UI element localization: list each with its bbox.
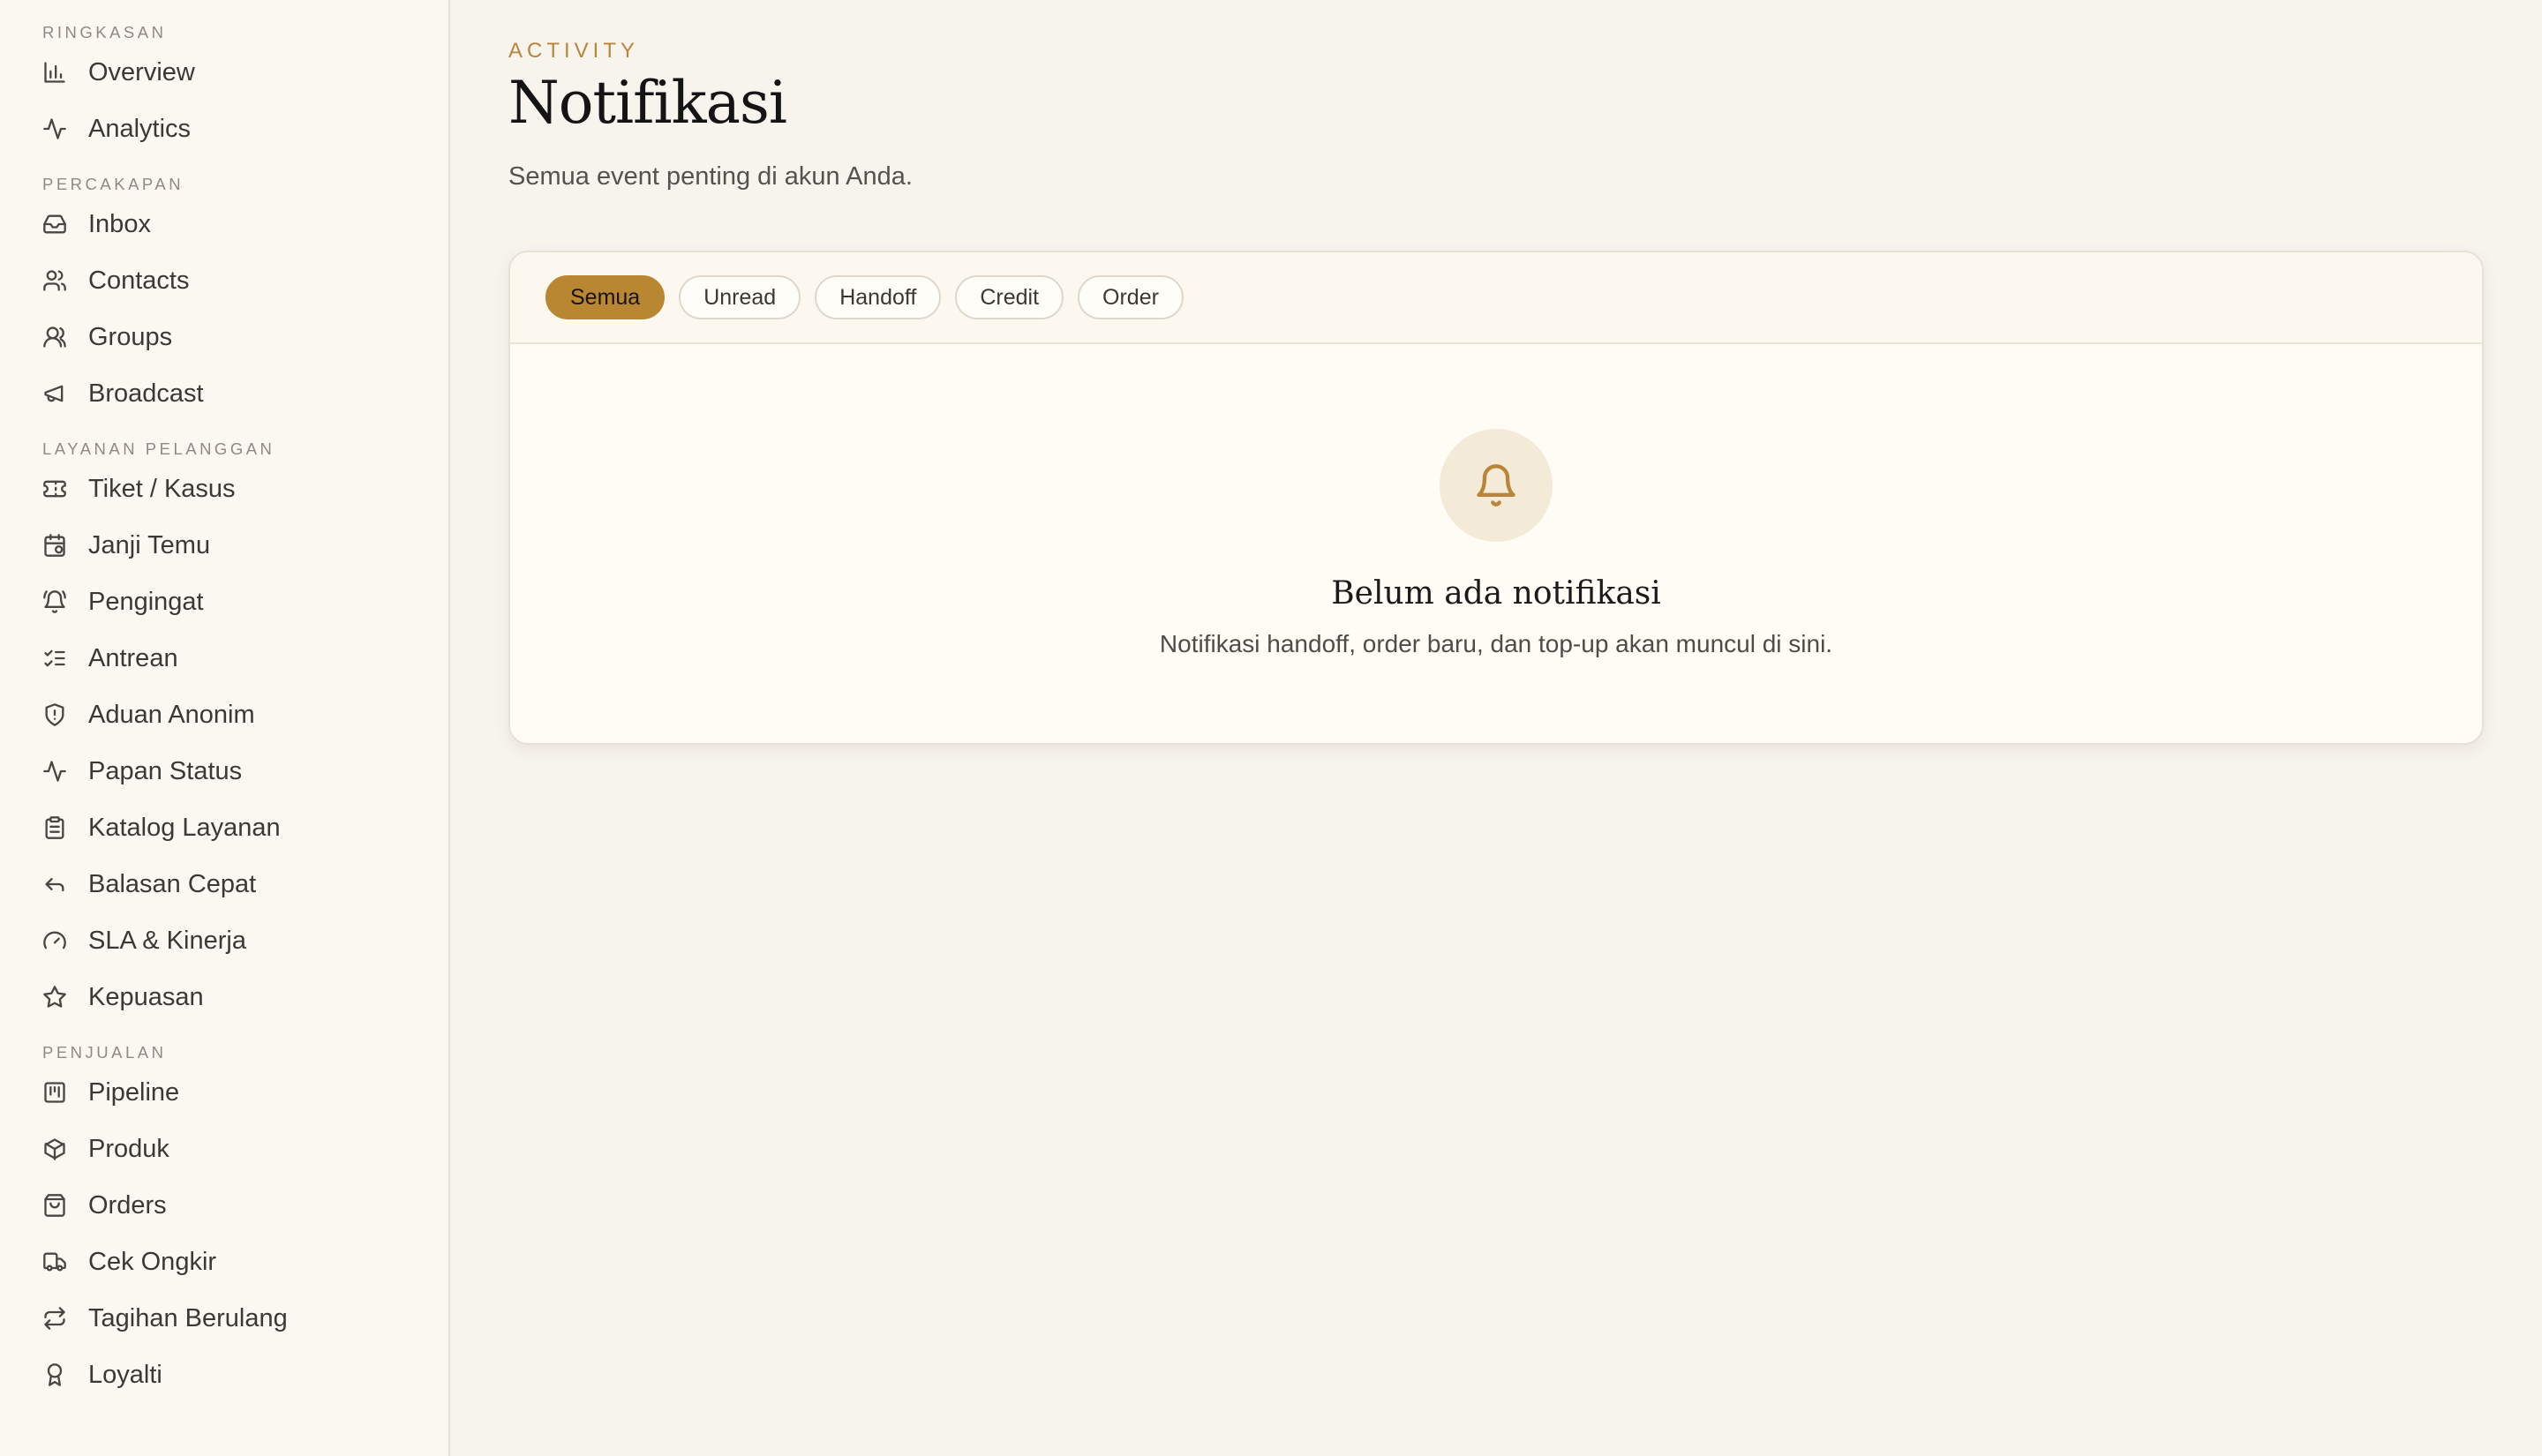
sidebar-item-label: Janji Temu [88,530,211,559]
sidebar-item-aduan-anonim[interactable]: Aduan Anonim [42,687,448,743]
ticket-icon [42,477,67,501]
sidebar-item-broadcast[interactable]: Broadcast [42,365,448,422]
package-icon [42,1137,67,1161]
shield-icon [42,702,67,727]
sidebar-item-label: SLA & Kinerja [88,926,246,955]
reply-icon [42,872,67,897]
activity-icon [42,116,67,141]
users-icon [42,268,67,293]
tab-semua[interactable]: Semua [545,275,666,319]
sidebar-item-tagihan-berulang[interactable]: Tagihan Berulang [42,1290,448,1347]
sidebar-item-antrean[interactable]: Antrean [42,630,448,687]
sidebar-item-label: Kepuasan [88,982,204,1011]
sidebar-section-label: PERCAKAPAN [42,175,184,193]
empty-state-title: Belum ada notifikasi [1331,575,1661,612]
sidebar-item-label: Overview [88,57,195,86]
sidebar-item-label: Katalog Layanan [88,813,281,842]
activity-icon [42,759,67,784]
star-icon [42,985,67,1009]
bell-ring-icon [42,589,67,614]
sidebar-section-label: LAYANAN PELANGGAN [42,439,275,458]
sidebar: RINGKASAN Overview Analytics PERCAKAPAN Inbo… [0,0,450,1456]
sidebar-item-groups[interactable]: Groups [42,309,448,365]
sidebar-item-katalog-layanan[interactable]: Katalog Layanan [42,799,448,856]
sidebar-item-papan-status[interactable]: Papan Status [42,743,448,799]
sidebar-item-label: Aduan Anonim [88,700,255,729]
sidebar-item-inbox[interactable]: Inbox [42,196,448,252]
inbox-icon [42,212,67,236]
repeat-icon [42,1306,67,1331]
sidebar-item-label: Tagihan Berulang [88,1303,288,1332]
sidebar-item-label: Broadcast [88,379,204,408]
sidebar-item-label: Antrean [88,643,178,672]
sidebar-item-overview[interactable]: Overview [42,44,448,101]
sidebar-item-label: Loyalti [88,1360,162,1389]
notifications-card: Semua Unread Handoff Credit Order Belum ada … [508,251,2484,745]
tab-handoff[interactable]: Handoff [815,275,942,319]
sidebar-item-label: Orders [88,1190,167,1220]
sidebar-item-orders[interactable]: Orders [42,1177,448,1234]
sidebar-item-label: Papan Status [88,756,243,785]
sidebar-item-analytics[interactable]: Analytics [42,101,448,157]
tab-unread[interactable]: Unread [679,275,801,319]
sidebar-item-sla-kinerja[interactable]: SLA & Kinerja [42,912,448,969]
tab-order[interactable]: Order [1078,275,1184,319]
sidebar-item-janji-temu[interactable]: Janji Temu [42,517,448,574]
sidebar-item-balasan-cepat[interactable]: Balasan Cepat [42,856,448,912]
tab-credit[interactable]: Credit [955,275,1064,319]
bar-chart-icon [42,60,67,85]
truck-icon [42,1250,67,1274]
clipboard-icon [42,815,67,840]
sidebar-item-label: Groups [88,322,173,351]
sidebar-item-kepuasan[interactable]: Kepuasan [42,969,448,1025]
group-icon [42,325,67,349]
sidebar-item-label: Tiket / Kasus [88,474,236,503]
sidebar-item-label: Pengingat [88,587,204,616]
empty-state-description: Notifikasi handoff, order baru, dan top-… [1159,630,1833,657]
sidebar-item-label: Contacts [88,266,190,295]
sidebar-item-label: Produk [88,1134,169,1163]
sidebar-item-label: Pipeline [88,1077,180,1107]
sidebar-item-loyalti[interactable]: Loyalti [42,1347,448,1403]
page-subtitle: Semua event penting di akun Anda. [508,162,913,191]
sidebar-item-label: Inbox [88,209,151,238]
sidebar-item-label: Cek Ongkir [88,1247,217,1276]
sidebar-nav: RINGKASAN Overview Analytics PERCAKAPAN Inbo… [42,23,448,1403]
bell-icon [1440,429,1553,542]
sidebar-item-label: Balasan Cepat [88,869,257,898]
sidebar-item-pipeline[interactable]: Pipeline [42,1064,448,1121]
sidebar-item-label: Analytics [88,114,192,143]
sidebar-item-cek-ongkir[interactable]: Cek Ongkir [42,1234,448,1290]
shopping-bag-icon [42,1193,67,1218]
gauge-icon [42,928,67,953]
megaphone-icon [42,381,67,406]
calendar-clock-icon [42,533,67,558]
page-eyebrow: ACTIVITY [508,39,640,63]
empty-state: Belum ada notifikasi Notifikasi handoff,… [510,344,2482,743]
list-checks-icon [42,646,67,671]
sidebar-section-label: PENJUALAN [42,1043,167,1062]
sidebar-section-label: RINGKASAN [42,23,167,41]
award-icon [42,1362,67,1387]
page-title: Notifikasi [508,69,787,137]
sidebar-item-produk[interactable]: Produk [42,1121,448,1177]
sidebar-item-contacts[interactable]: Contacts [42,252,448,309]
kanban-icon [42,1080,67,1105]
sidebar-item-pengingat[interactable]: Pengingat [42,574,448,630]
sidebar-item-tiket-kasus[interactable]: Tiket / Kasus [42,461,448,517]
filter-tabs: Semua Unread Handoff Credit Order [510,252,2482,344]
